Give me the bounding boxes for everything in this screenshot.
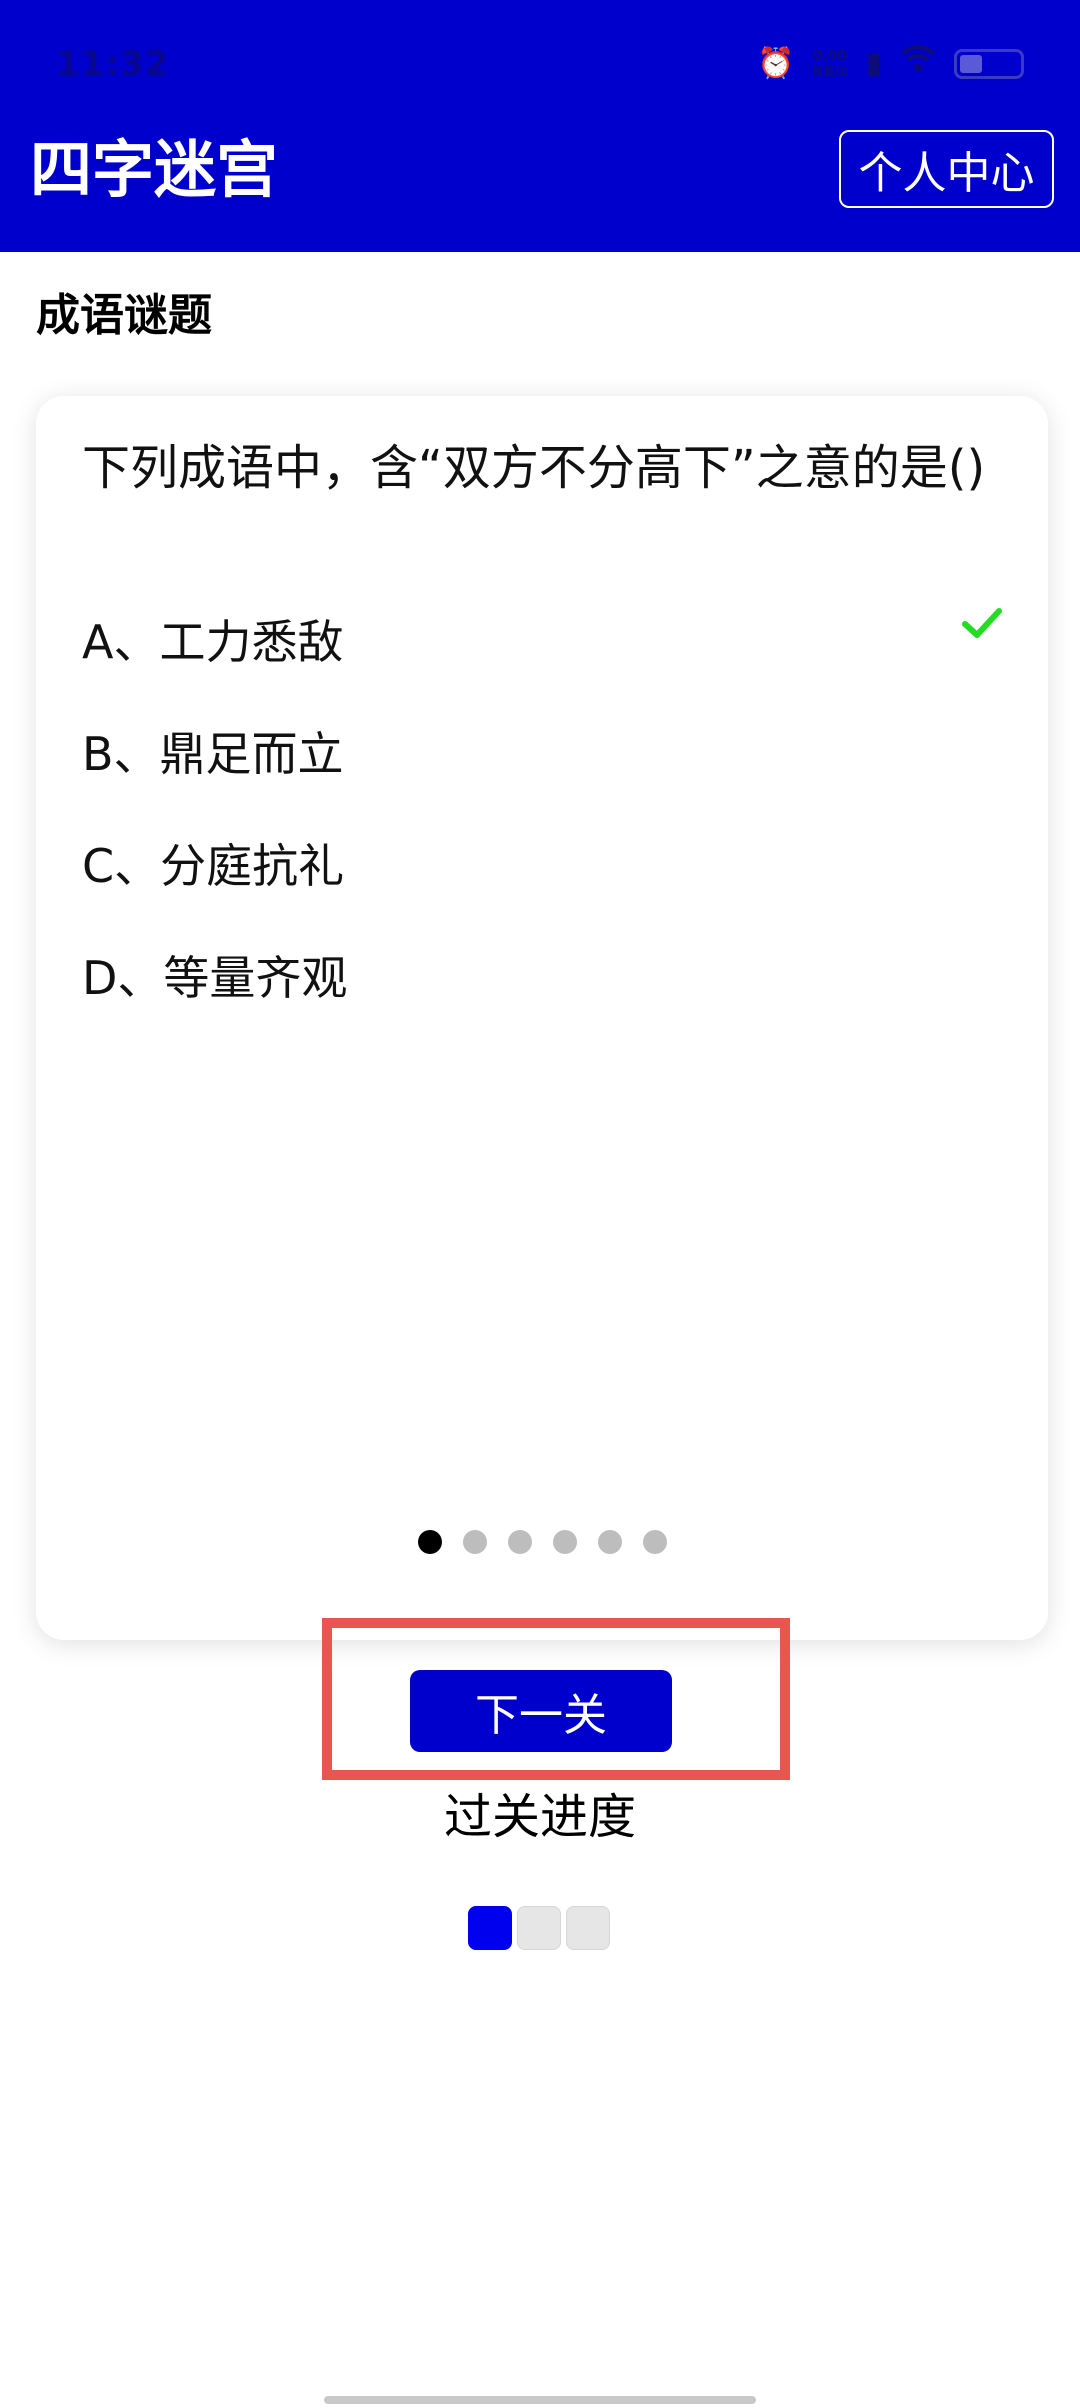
home-indicator[interactable] (324, 2396, 756, 2404)
progress-block (468, 1906, 512, 1950)
status-bar: 11:32 ⏰ 0.90 KB/s ▮ (0, 0, 1080, 120)
option-a[interactable]: A、工力悉敌 (82, 602, 1002, 682)
status-icons: ⏰ 0.90 KB/s ▮ (757, 44, 1024, 84)
page-dot[interactable] (597, 1530, 622, 1554)
status-time: 11:32 (56, 44, 170, 84)
highlight-box (322, 1618, 790, 1780)
quiz-card: 下列成语中，含“双方不分高下”之意的是() A、工力悉敌 B、鼎足而立 C、分庭… (36, 396, 1048, 1640)
progress-block (517, 1906, 561, 1950)
section-title: 成语谜题 (36, 290, 212, 341)
option-d[interactable]: D、等量齐观 (82, 938, 1002, 1018)
app-header: 11:32 ⏰ 0.90 KB/s ▮ 四字迷宫 个人中心 (0, 0, 1080, 252)
option-b[interactable]: B、鼎足而立 (82, 714, 1002, 794)
network-speed-unit: KB/s (812, 64, 848, 80)
level-progress (468, 1906, 610, 1950)
profile-button[interactable]: 个人中心 (839, 130, 1054, 208)
app-title: 四字迷宫 (30, 133, 279, 206)
page-dot[interactable] (642, 1530, 667, 1554)
page-dot[interactable] (462, 1530, 487, 1554)
page-dot[interactable] (507, 1530, 532, 1554)
wifi-icon (900, 44, 936, 85)
page-dot[interactable] (552, 1530, 577, 1554)
network-speed: 0.90 KB/s (813, 48, 848, 80)
network-speed-value: 0.90 (812, 48, 848, 64)
battery-icon (954, 49, 1024, 79)
alarm-icon: ⏰ (757, 46, 795, 81)
checkmark-icon (962, 608, 1002, 638)
sim-icon: ▮ (865, 46, 882, 81)
progress-block (566, 1906, 610, 1950)
page-dot[interactable] (417, 1530, 442, 1554)
page-indicator (36, 1530, 1048, 1554)
option-c[interactable]: C、分庭抗礼 (82, 826, 1002, 906)
progress-label: 过关进度 (443, 1789, 636, 1845)
question-text: 下列成语中，含“双方不分高下”之意的是() (82, 440, 986, 496)
